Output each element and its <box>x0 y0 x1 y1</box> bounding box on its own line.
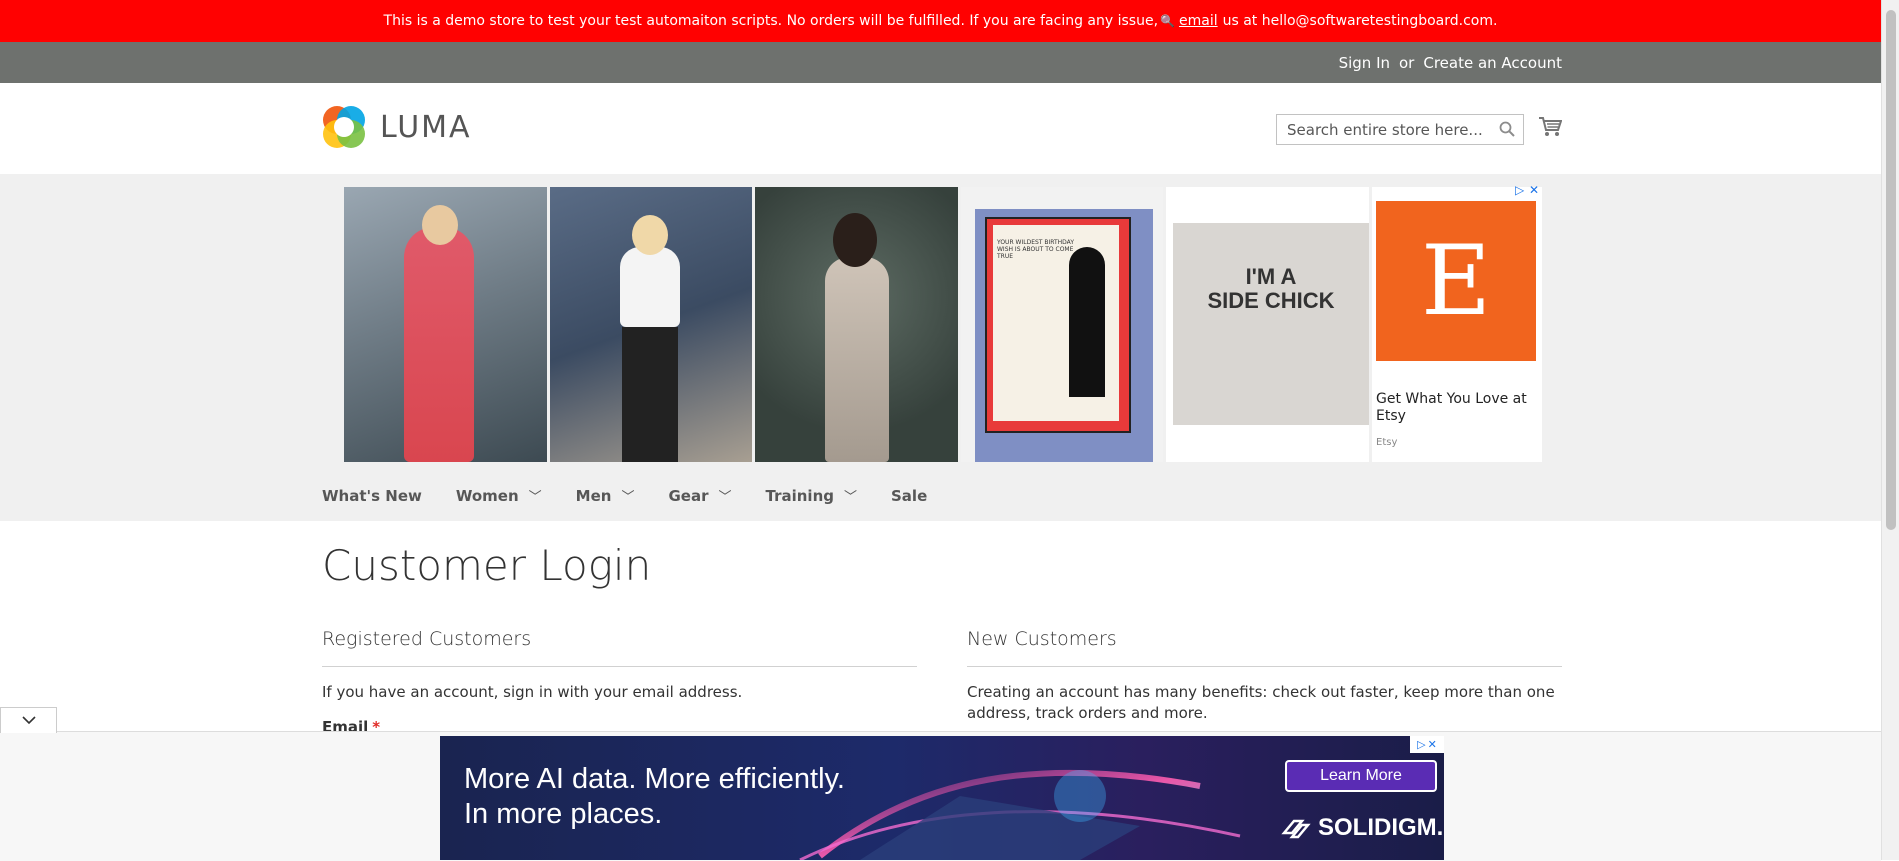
ad-tile-1[interactable] <box>344 187 547 462</box>
nav-label: Men <box>575 486 612 505</box>
search-box <box>1276 114 1524 145</box>
ad-tile-2[interactable] <box>550 187 752 462</box>
ad-tile-3[interactable] <box>755 187 958 462</box>
etsy-ad[interactable]: E Get What You Love at Etsy Etsy <box>1372 187 1542 462</box>
chevron-down-icon <box>21 716 36 725</box>
sweatshirt-text-2: SIDE CHICK <box>1207 288 1335 313</box>
nav-training[interactable]: Training ﹀ <box>765 486 858 506</box>
new-customers-text: Creating an account has many benefits: c… <box>967 683 1555 722</box>
registered-customers-text: If you have an account, sign in with you… <box>322 683 743 701</box>
cart-icon[interactable] <box>1538 116 1563 142</box>
scrollbar-thumb[interactable] <box>1886 10 1896 530</box>
ad-tile-4[interactable]: YOUR WILDEST BIRTHDAY WISH IS ABOUT TO C… <box>961 187 1163 462</box>
main-navigation: What's New Women ﹀ Men ﹀ Gear ﹀ Training ﹀ S… <box>322 486 961 506</box>
chevron-down-icon: ﹀ <box>843 490 857 505</box>
or-separator: or <box>1399 54 1415 72</box>
etsy-ad-title[interactable]: Get What You Love at Etsy <box>1376 391 1536 425</box>
divider <box>967 666 1562 667</box>
panel-header: Sign In or Create an Account <box>0 42 1881 83</box>
demo-notice-email: us at hello@softwaretestingboard.com. <box>1222 13 1498 29</box>
key-icon: 🔍 <box>1160 14 1175 28</box>
chevron-down-icon: ﹀ <box>621 490 635 505</box>
demo-notice-bar: This is a demo store to test your test a… <box>0 0 1881 42</box>
nav-men[interactable]: Men ﹀ <box>575 486 635 506</box>
adchoices-icon[interactable]: ▷ <box>1515 183 1524 197</box>
nav-sale[interactable]: Sale <box>891 486 927 505</box>
divider <box>322 666 917 667</box>
nav-label: Training <box>765 486 834 505</box>
new-customers-title: New Customers <box>967 628 1117 650</box>
nav-whats-new[interactable]: What's New <box>322 486 422 505</box>
ad-tile-5[interactable]: I'M A SIDE CHICK <box>1166 187 1369 462</box>
logo-text: LUMA <box>380 109 472 145</box>
sweatshirt-text-1: I'M A <box>1245 264 1297 289</box>
search-input[interactable] <box>1277 115 1507 144</box>
nav-label: Women <box>455 486 519 505</box>
ad-close-icon[interactable]: ✕ <box>1529 183 1539 197</box>
brand-text: SOLIDIGM. <box>1318 814 1444 841</box>
nav-women[interactable]: Women ﹀ <box>455 486 542 506</box>
demo-notice-text: This is a demo store to test your test a… <box>383 13 1159 29</box>
nav-label: What's New <box>322 486 422 505</box>
solidigm-ad[interactable]: More AI data. More efficiently. In more … <box>440 736 1444 860</box>
sign-in-link[interactable]: Sign In <box>1339 54 1390 72</box>
solidigm-logo-icon <box>1281 819 1311 839</box>
ad-close-icon[interactable]: ✕ <box>1428 738 1437 751</box>
email-link[interactable]: email <box>1179 13 1218 29</box>
ad-banner-area: YOUR WILDEST BIRTHDAY WISH IS ABOUT TO C… <box>0 174 1881 521</box>
adchoices-icon[interactable]: ▷ <box>1417 738 1425 751</box>
search-icon[interactable] <box>1499 121 1515 141</box>
etsy-logo: E <box>1376 201 1536 361</box>
ad-headline: More AI data. More efficiently. In more … <box>464 762 845 832</box>
chevron-down-icon: ﹀ <box>718 490 732 505</box>
registered-customers-title: Registered Customers <box>322 628 532 650</box>
luma-logo-icon <box>323 106 365 148</box>
solidigm-brand: SOLIDIGM. <box>1280 814 1443 842</box>
collapse-ad-button[interactable] <box>0 707 57 733</box>
nav-label: Sale <box>891 486 928 505</box>
nav-gear[interactable]: Gear ﹀ <box>668 486 732 506</box>
page-scrollbar[interactable] <box>1881 0 1899 860</box>
ad-headline-line1: More AI data. More efficiently. <box>464 763 845 795</box>
ad-headline-line2: In more places. <box>464 798 663 830</box>
etsy-ad-brand: Etsy <box>1376 437 1398 448</box>
chevron-down-icon: ﹀ <box>528 490 542 505</box>
page-title: Customer Login <box>322 541 652 590</box>
card-caption: YOUR WILDEST BIRTHDAY WISH IS ABOUT TO C… <box>997 239 1074 260</box>
learn-more-button[interactable]: Learn More <box>1285 760 1437 792</box>
site-header: LUMA <box>0 83 1881 174</box>
nav-label: Gear <box>668 486 709 505</box>
create-account-link[interactable]: Create an Account <box>1423 54 1562 72</box>
luma-logo[interactable]: LUMA <box>322 105 472 149</box>
